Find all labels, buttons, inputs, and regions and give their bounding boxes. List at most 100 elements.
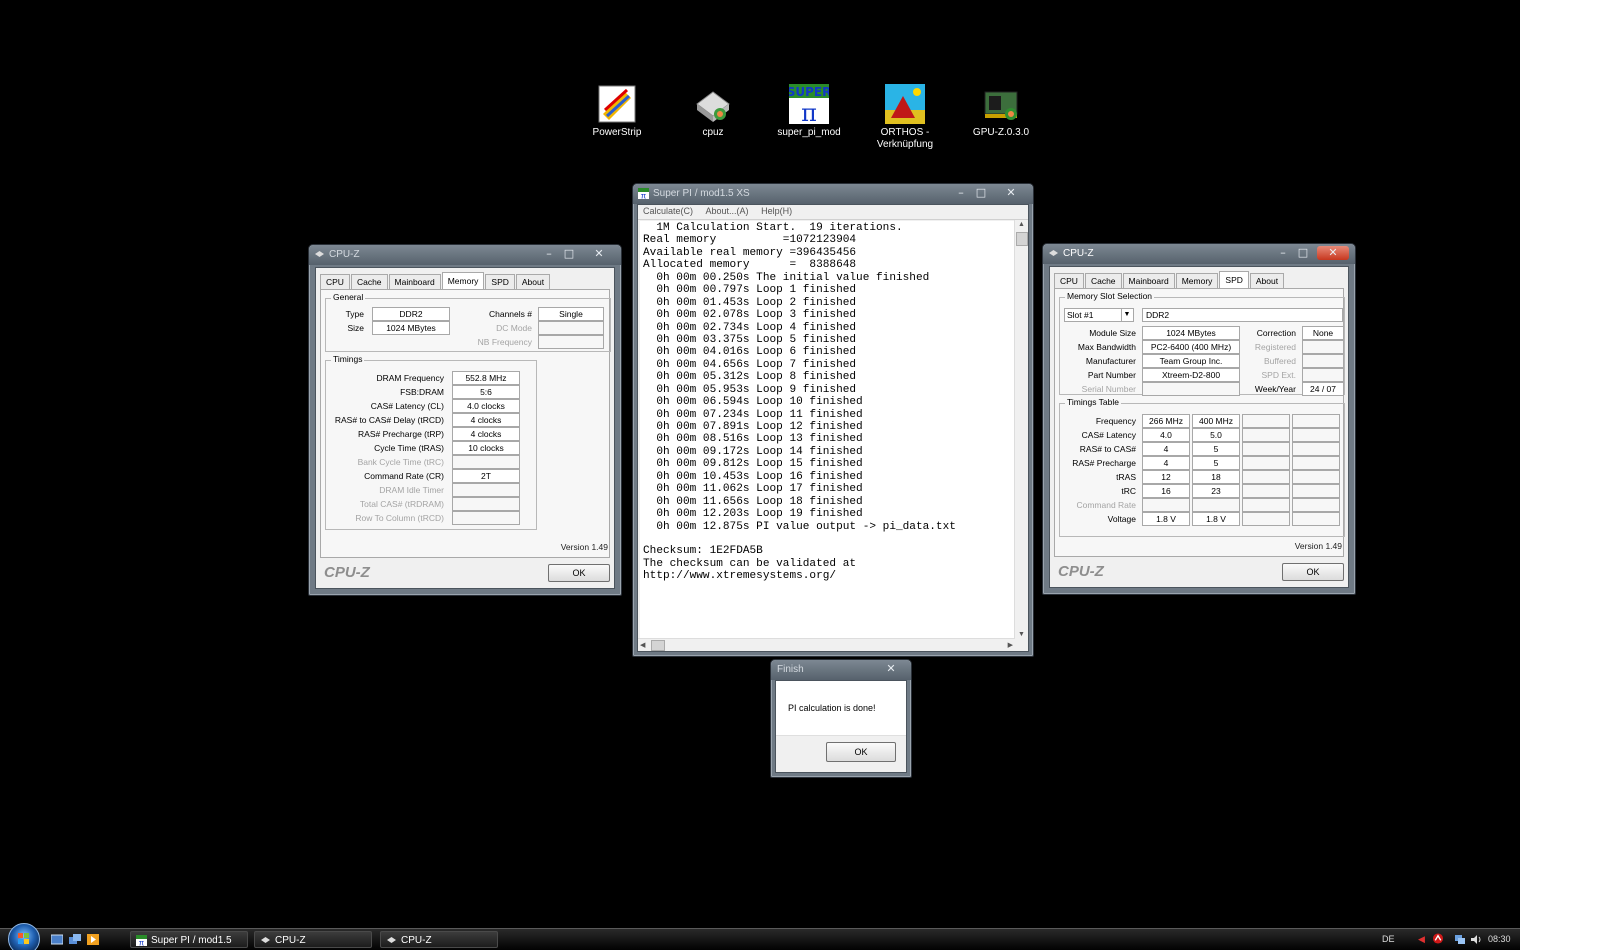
taskbar-item-superpi[interactable]: π Super PI / mod1.5 XS bbox=[130, 931, 248, 948]
slot-select[interactable]: Slot #1 ▼ bbox=[1064, 308, 1134, 322]
title-bar[interactable]: CPU-Z – □ ✕ bbox=[1043, 244, 1355, 264]
cpuz-memory-window[interactable]: CPU-Z – □ ✕ CPU Cache Mainboard Memory SPD Ab… bbox=[308, 244, 622, 596]
switch-windows-icon[interactable] bbox=[69, 934, 81, 945]
minimize-button[interactable]: – bbox=[539, 247, 559, 261]
output-line: 0h 00m 07.891s Loop 12 finished bbox=[643, 421, 863, 433]
minimize-button[interactable]: – bbox=[1273, 246, 1293, 260]
minimize-button[interactable]: – bbox=[951, 186, 971, 200]
taskbar-item-cpuz-2[interactable]: CPU-Z bbox=[380, 931, 498, 948]
tab-mainboard[interactable]: Mainboard bbox=[1122, 273, 1175, 289]
start-button[interactable] bbox=[8, 923, 40, 950]
tab-spd[interactable]: SPD bbox=[485, 274, 515, 290]
ok-button[interactable]: OK bbox=[1282, 563, 1344, 581]
tab-about[interactable]: About bbox=[1249, 273, 1285, 289]
ok-button[interactable]: OK bbox=[548, 564, 610, 582]
close-button[interactable]: ✕ bbox=[875, 662, 907, 676]
timings-table-cell: 5 bbox=[1192, 456, 1240, 470]
svg-text:SUPER: SUPER bbox=[789, 85, 829, 99]
output-text-area[interactable]: 1M Calculation Start. 19 iterations. Real… bbox=[640, 221, 1014, 639]
dc-mode-value bbox=[538, 321, 604, 335]
desktop-icon-label: cpuz bbox=[702, 127, 724, 138]
scroll-thumb[interactable] bbox=[651, 640, 665, 651]
close-button[interactable]: ✕ bbox=[1317, 246, 1349, 260]
language-indicator[interactable]: DE bbox=[1382, 934, 1395, 944]
close-button[interactable]: ✕ bbox=[995, 186, 1027, 200]
ok-button[interactable]: OK bbox=[826, 742, 896, 762]
menu-about[interactable]: About...(A) bbox=[701, 205, 754, 216]
volume-icon[interactable] bbox=[1470, 934, 1482, 945]
title-bar[interactable]: CPU-Z – □ ✕ bbox=[309, 245, 621, 265]
timings-table-cell bbox=[1292, 428, 1340, 442]
timing-label: CAS# Latency (CL) bbox=[370, 401, 444, 411]
super-pi-icon: π bbox=[136, 935, 147, 946]
buffered-value bbox=[1302, 354, 1344, 368]
vertical-scrollbar[interactable]: ▲ ▼ bbox=[1014, 220, 1028, 639]
maximize-button[interactable]: □ bbox=[559, 247, 579, 261]
output-line: 0h 00m 02.078s Loop 3 finished bbox=[643, 309, 857, 322]
tab-about[interactable]: About bbox=[515, 274, 551, 290]
chevron-down-icon[interactable]: ▼ bbox=[1121, 309, 1132, 321]
menu-help[interactable]: Help(H) bbox=[756, 205, 797, 216]
cpuz-icon bbox=[315, 251, 324, 257]
scroll-thumb[interactable] bbox=[1016, 232, 1028, 246]
title-bar[interactable]: Finish ✕ bbox=[771, 660, 911, 680]
timings-table-cell: 5.0 bbox=[1192, 428, 1240, 442]
output-line: Allocated memory = 8388648 bbox=[643, 259, 857, 272]
tab-cpu[interactable]: CPU bbox=[1054, 273, 1084, 289]
maximize-button[interactable]: □ bbox=[1293, 246, 1313, 260]
output-line: 0h 00m 12.875s PI value output -> pi_dat… bbox=[643, 520, 956, 533]
timings-table-label: Command Rate bbox=[1076, 500, 1136, 510]
scroll-right-arrow-icon[interactable]: ▶ bbox=[1008, 641, 1013, 649]
week-year-label: Week/Year bbox=[1254, 384, 1296, 394]
network-icon[interactable] bbox=[1454, 934, 1466, 945]
desktop-icon-orthos[interactable]: ORTHOS - Verknüpfung bbox=[862, 84, 948, 151]
output-line: 0h 00m 12.203s Loop 19 finished bbox=[643, 508, 863, 521]
maximize-button[interactable]: □ bbox=[971, 186, 991, 200]
spd-ext-label: SPD Ext. bbox=[1261, 370, 1296, 380]
superpi-window[interactable]: π Super PI / mod1.5 XS – □ ✕ Calculate(C… bbox=[632, 183, 1034, 657]
antivirus-icon[interactable] bbox=[1432, 933, 1444, 944]
desktop-icon-gpuz[interactable]: GPU-Z.0.3.0 bbox=[958, 84, 1044, 139]
timings-table-cell bbox=[1292, 414, 1340, 428]
timings-table-label: tRAS bbox=[1116, 472, 1136, 482]
tab-mainboard[interactable]: Mainboard bbox=[388, 274, 441, 290]
tab-spd[interactable]: SPD bbox=[1219, 271, 1249, 289]
scroll-down-arrow-icon[interactable]: ▼ bbox=[1018, 631, 1025, 638]
registered-label: Registered bbox=[1254, 342, 1296, 352]
timings-table-cell bbox=[1242, 498, 1290, 512]
desktop-icon-super-pi[interactable]: SUPER π super_pi_mod bbox=[766, 84, 852, 139]
title-bar[interactable]: π Super PI / mod1.5 XS – □ ✕ bbox=[633, 184, 1033, 204]
tab-cpu[interactable]: CPU bbox=[320, 274, 350, 290]
timing-label: RAS# Precharge (tRP) bbox=[358, 429, 444, 439]
timings-table-cell bbox=[1242, 470, 1290, 484]
clock[interactable]: 08:30 bbox=[1488, 934, 1511, 944]
desktop-icon-powerstrip[interactable]: PowerStrip bbox=[574, 84, 660, 139]
taskbar-item-cpuz-1[interactable]: CPU-Z bbox=[254, 931, 372, 948]
show-desktop-icon[interactable] bbox=[51, 934, 63, 945]
close-button[interactable]: ✕ bbox=[583, 247, 615, 261]
tab-memory[interactable]: Memory bbox=[1175, 273, 1219, 289]
scroll-up-arrow-icon[interactable]: ▲ bbox=[1018, 221, 1025, 228]
tab-strip: CPU Cache Mainboard Memory SPD About bbox=[1054, 271, 1285, 289]
timing-value: 4.0 clocks bbox=[452, 399, 520, 413]
buffered-label: Buffered bbox=[1264, 356, 1296, 366]
media-player-icon[interactable] bbox=[87, 934, 99, 945]
max-bandwidth-value: PC2-6400 (400 MHz) bbox=[1142, 340, 1240, 354]
tab-memory[interactable]: Memory bbox=[441, 272, 485, 290]
menu-calculate[interactable]: Calculate(C) bbox=[638, 205, 698, 216]
desktop-icon-cpuz[interactable]: cpuz bbox=[670, 84, 756, 139]
tab-cache[interactable]: Cache bbox=[350, 274, 388, 290]
finish-dialog[interactable]: Finish ✕ PI calculation is done! OK bbox=[770, 659, 912, 778]
scroll-left-arrow-icon[interactable]: ◀ bbox=[640, 641, 645, 649]
cpuz-spd-window[interactable]: CPU-Z – □ ✕ CPU Cache Mainboard Memory SPD Ab… bbox=[1042, 243, 1356, 595]
horizontal-scrollbar[interactable]: ◀ ▶ bbox=[638, 638, 1015, 651]
tray-arrow-icon[interactable]: ◀ bbox=[1418, 934, 1425, 945]
tab-cache[interactable]: Cache bbox=[1084, 273, 1122, 289]
manufacturer-label: Manufacturer bbox=[1085, 356, 1136, 366]
timings-table-cell bbox=[1292, 498, 1340, 512]
desktop-icon-label: super_pi_mod bbox=[777, 127, 841, 138]
output-line: 0h 00m 02.734s Loop 4 finished bbox=[643, 321, 857, 334]
window-client: CPU Cache Mainboard Memory SPD About Memory S… bbox=[1049, 266, 1349, 588]
desktop: PowerStrip cpuz SUPER π super_pi_mod ORTH… bbox=[0, 0, 1520, 950]
output-line: 0h 00m 07.234s Loop 11 finished bbox=[643, 408, 863, 421]
